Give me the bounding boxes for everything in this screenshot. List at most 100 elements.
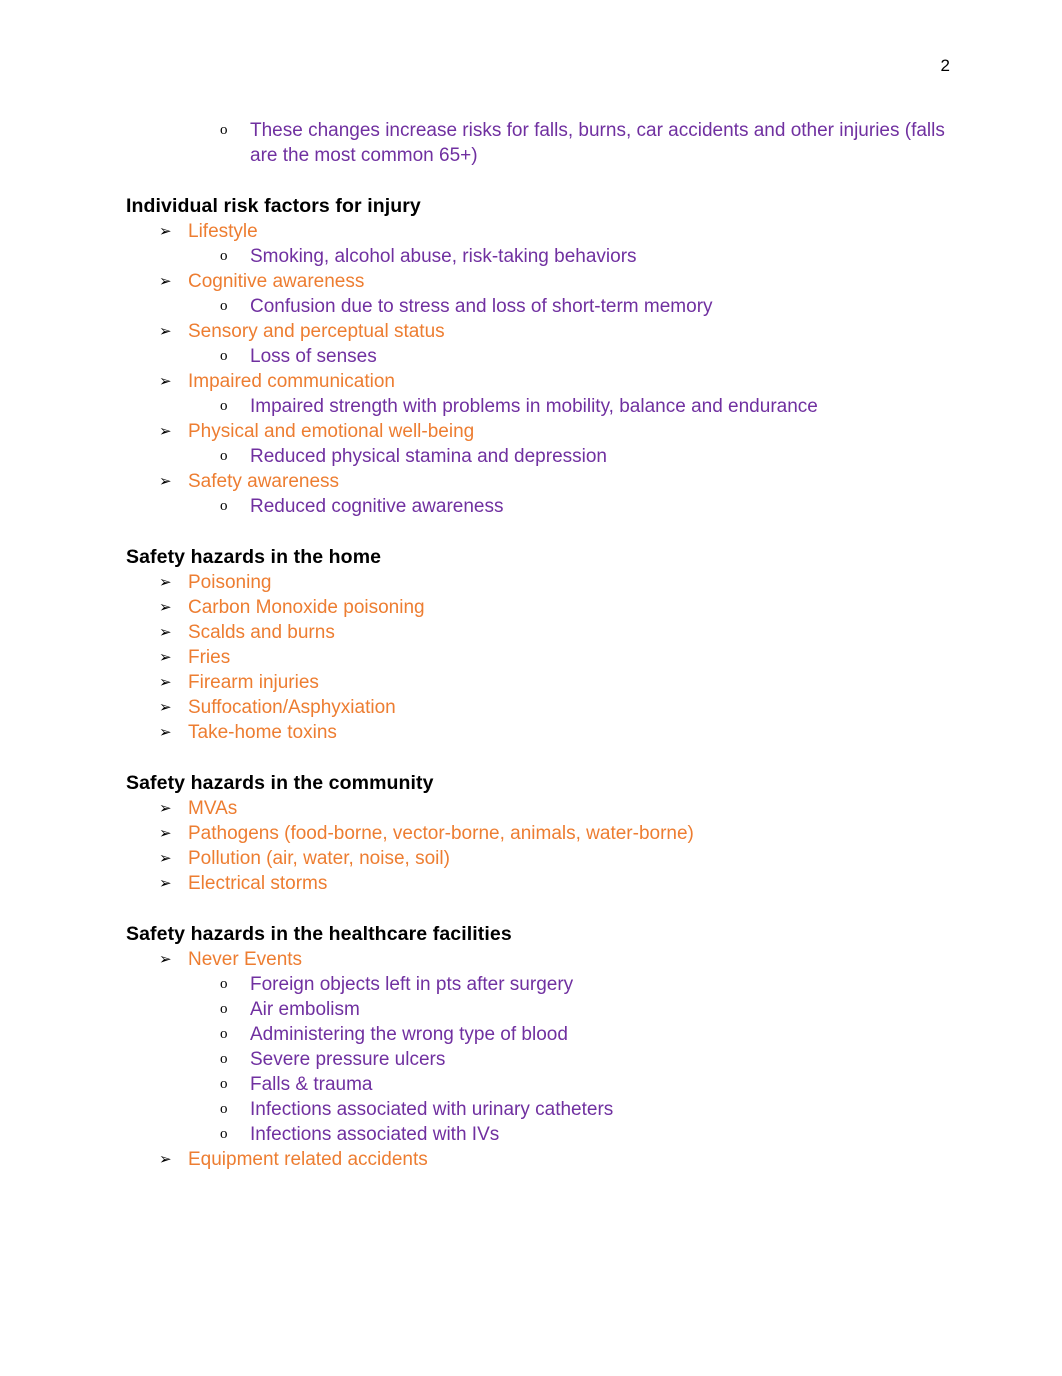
- list-item-text: Take-home toxins: [188, 722, 337, 743]
- arrow-bullet-icon: ➢: [159, 673, 172, 691]
- list-item: ➢ Suffocation/Asphyxiation: [126, 695, 946, 720]
- list-item: ➢ Scalds and burns: [126, 620, 946, 645]
- list-item: ➢ Carbon Monoxide poisoning: [126, 595, 946, 620]
- list-item-text: Air embolism: [250, 999, 360, 1020]
- list-item-text: Falls & trauma: [250, 1074, 373, 1095]
- arrow-bullet-icon: ➢: [159, 874, 172, 892]
- circle-bullet-icon: o: [220, 448, 228, 464]
- circle-bullet-icon: o: [220, 398, 228, 414]
- list-item: ➢ MVAs: [126, 796, 946, 821]
- list-item: ➢ Fries: [126, 645, 946, 670]
- list-item: ➢ Cognitive awareness: [126, 269, 946, 294]
- document-page: 2 o These changes increase risks for fall…: [0, 0, 1062, 1376]
- list-item-text: Impaired strength with problems in mobil…: [250, 396, 818, 417]
- list-item: o Reduced cognitive awareness: [126, 494, 946, 519]
- list-item: o Foreign objects left in pts after surge…: [126, 972, 946, 997]
- list-item-text: MVAs: [188, 798, 238, 819]
- list-item-text: Carbon Monoxide poisoning: [188, 597, 425, 618]
- list-item-text: Pollution (air, water, noise, soil): [188, 848, 450, 869]
- list-item-text: Cognitive awareness: [188, 271, 365, 292]
- list-item-text: Reduced cognitive awareness: [250, 496, 504, 517]
- list-item: o Confusion due to stress and loss of sho…: [126, 294, 946, 319]
- list-item: ➢ Lifestyle: [126, 219, 946, 244]
- list-item-text: Firearm injuries: [188, 672, 319, 693]
- bullet-list: ➢ Poisoning ➢ Carbon Monoxide poisoning ➢ Sca…: [126, 570, 946, 745]
- list-item-text: These changes increase risks for falls, …: [250, 120, 945, 166]
- list-item-text: Lifestyle: [188, 221, 258, 242]
- section-heading: Safety hazards in the community: [126, 772, 434, 794]
- circle-bullet-icon: o: [220, 298, 228, 314]
- arrow-bullet-icon: ➢: [159, 598, 172, 616]
- list-item: o Falls & trauma: [126, 1072, 946, 1097]
- list-item: o Administering the wrong type of blood: [126, 1022, 946, 1047]
- arrow-bullet-icon: ➢: [159, 950, 172, 968]
- circle-bullet-icon: o: [220, 1126, 228, 1142]
- circle-bullet-icon: o: [220, 1101, 228, 1117]
- list-item-text: Pathogens (food-borne, vector-borne, ani…: [188, 823, 694, 844]
- arrow-bullet-icon: ➢: [159, 799, 172, 817]
- circle-bullet-icon: o: [220, 348, 228, 364]
- circle-bullet-icon: o: [220, 976, 228, 992]
- bullet-list: o These changes increase risks for falls,…: [126, 118, 946, 168]
- section-heading: Individual risk factors for injury: [126, 195, 421, 217]
- section-heading: Safety hazards in the home: [126, 546, 382, 568]
- list-item: ➢ Take-home toxins: [126, 720, 946, 745]
- arrow-bullet-icon: ➢: [159, 723, 172, 741]
- list-item: ➢ Electrical storms: [126, 871, 946, 896]
- list-item: ➢ Equipment related accidents: [126, 1147, 946, 1172]
- circle-bullet-icon: o: [220, 248, 228, 264]
- list-item-text: Scalds and burns: [188, 622, 335, 643]
- list-item-text: Smoking, alcohol abuse, risk-taking beha…: [250, 246, 637, 267]
- list-item-text: Impaired communication: [188, 371, 395, 392]
- list-item-text: Fries: [188, 647, 231, 668]
- bullet-list: ➢ MVAs ➢ Pathogens (food-borne, vector-born…: [126, 796, 946, 896]
- list-item: ➢ Physical and emotional well-being: [126, 419, 946, 444]
- arrow-bullet-icon: ➢: [159, 824, 172, 842]
- bullet-list: ➢ Lifestyle o Smoking, alcohol abuse, risk-…: [126, 219, 946, 519]
- list-item-text: Reduced physical stamina and depression: [250, 446, 607, 467]
- list-item: o Infections associated with IVs: [126, 1122, 946, 1147]
- list-item: o Severe pressure ulcers: [126, 1047, 946, 1072]
- list-item: o Air embolism: [126, 997, 946, 1022]
- page-number: 2: [940, 56, 950, 75]
- list-item-text: Physical and emotional well-being: [188, 421, 475, 442]
- arrow-bullet-icon: ➢: [159, 422, 172, 440]
- list-item: ➢ Pollution (air, water, noise, soil): [126, 846, 946, 871]
- list-item-text: Loss of senses: [250, 346, 377, 367]
- list-item: ➢ Safety awareness: [126, 469, 946, 494]
- list-item: ➢ Poisoning: [126, 570, 946, 595]
- arrow-bullet-icon: ➢: [159, 698, 172, 716]
- arrow-bullet-icon: ➢: [159, 648, 172, 666]
- list-item-text: Infections associated with urinary cathe…: [250, 1099, 614, 1120]
- list-item: ➢ Sensory and perceptual status: [126, 319, 946, 344]
- list-item-text: Confusion due to stress and loss of shor…: [250, 296, 713, 317]
- arrow-bullet-icon: ➢: [159, 1150, 172, 1168]
- arrow-bullet-icon: ➢: [159, 222, 172, 240]
- list-item: ➢ Firearm injuries: [126, 670, 946, 695]
- arrow-bullet-icon: ➢: [159, 372, 172, 390]
- circle-bullet-icon: o: [220, 122, 228, 138]
- list-item: o Impaired strength with problems in mobi…: [126, 394, 946, 419]
- list-item: ➢ Never Events: [126, 947, 946, 972]
- list-item-text: Foreign objects left in pts after surger…: [250, 974, 574, 995]
- list-item: o Reduced physical stamina and depression: [126, 444, 946, 469]
- list-item-text: Equipment related accidents: [188, 1149, 428, 1170]
- section-heading: Safety hazards in the healthcare facilit…: [126, 923, 512, 945]
- list-item: ➢ Pathogens (food-borne, vector-borne, an…: [126, 821, 946, 846]
- circle-bullet-icon: o: [220, 498, 228, 514]
- bullet-list: ➢ Never Events o Foreign objects left in pt…: [126, 947, 946, 1172]
- arrow-bullet-icon: ➢: [159, 849, 172, 867]
- arrow-bullet-icon: ➢: [159, 322, 172, 340]
- list-item-text: Electrical storms: [188, 873, 328, 894]
- circle-bullet-icon: o: [220, 1051, 228, 1067]
- list-item-text: Suffocation/Asphyxiation: [188, 697, 396, 718]
- arrow-bullet-icon: ➢: [159, 272, 172, 290]
- circle-bullet-icon: o: [220, 1076, 228, 1092]
- list-item: o Smoking, alcohol abuse, risk-taking beh…: [126, 244, 946, 269]
- arrow-bullet-icon: ➢: [159, 573, 172, 591]
- list-item-text: Administering the wrong type of blood: [250, 1024, 568, 1045]
